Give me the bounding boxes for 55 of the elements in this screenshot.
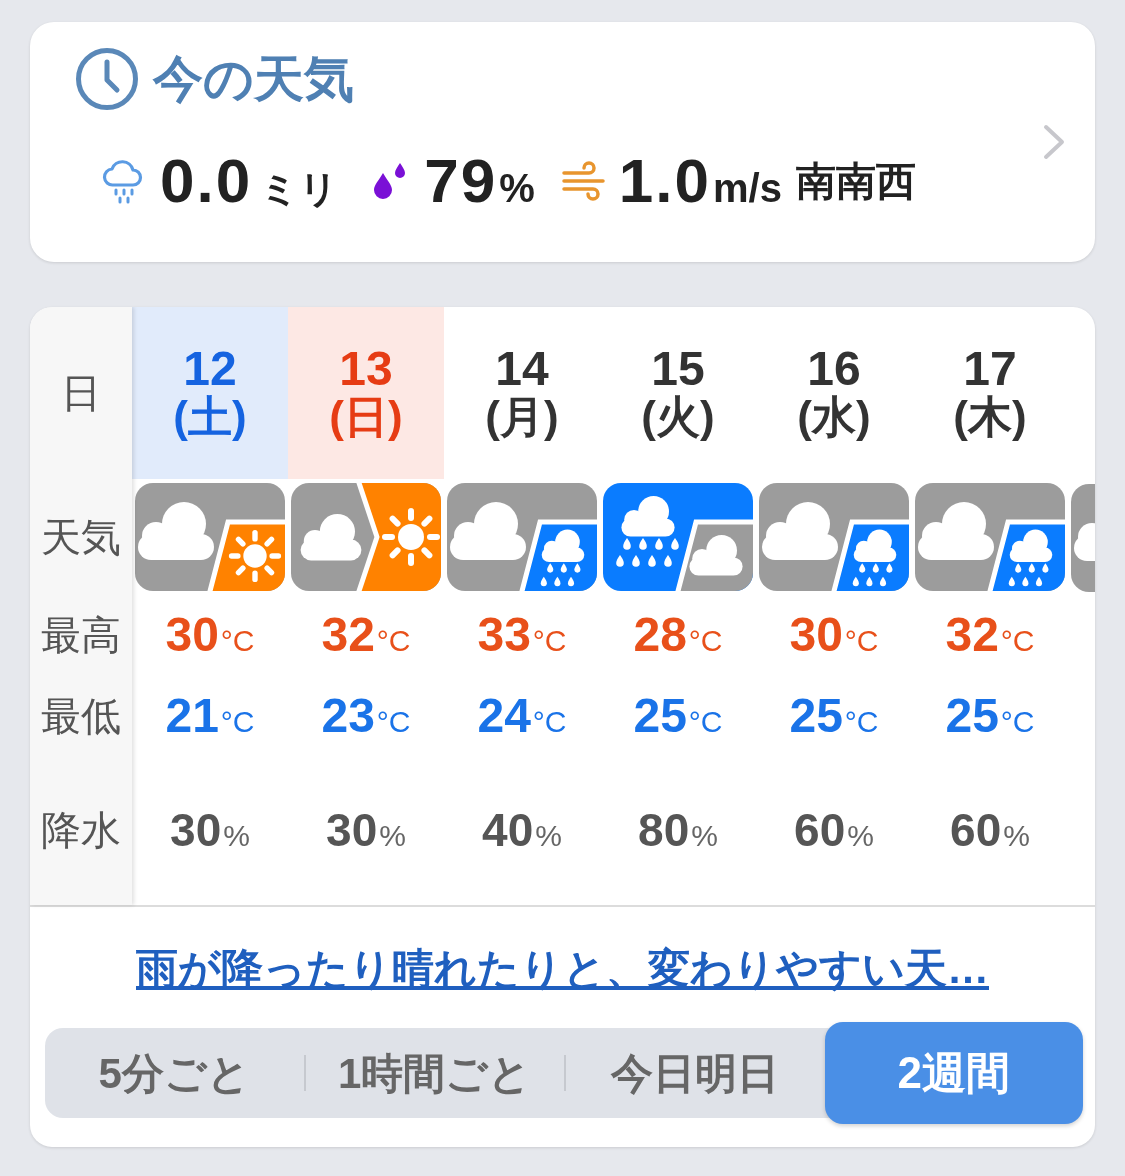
date-number: 17 xyxy=(963,345,1017,394)
high-temperature: 32°C xyxy=(945,610,1035,659)
tab[interactable]: 5分ごと xyxy=(45,1028,304,1118)
precipitation-chance: 30% xyxy=(326,807,406,854)
precipitation-chance: 80% xyxy=(638,807,718,854)
low-temperature: 24°C xyxy=(477,691,567,740)
tab[interactable]: 1時間ごと xyxy=(305,1028,564,1118)
wind-direction: 南南西 xyxy=(795,161,916,201)
high-temperature: 28°C xyxy=(633,610,723,659)
humidity-value: 79% xyxy=(424,150,535,212)
high-temperature: 32°C xyxy=(321,610,411,659)
precipitation-chance: 60% xyxy=(794,807,874,854)
clock-icon xyxy=(75,47,139,111)
tab[interactable]: 今日明日 xyxy=(566,1028,825,1118)
high-temperature: 33°C xyxy=(477,610,567,659)
date-number: 16 xyxy=(807,345,861,394)
row-label: 最低 xyxy=(41,695,121,736)
weekday-label: (水) xyxy=(797,393,871,442)
wind-icon xyxy=(560,161,607,201)
weather-icon xyxy=(915,483,1065,592)
precipitation-chance: 60% xyxy=(950,807,1030,854)
precipitation-amount: 0.0 ミリ xyxy=(160,150,339,212)
high-temperature: 30°C xyxy=(165,610,255,659)
forecast-summary-link[interactable]: 雨が降ったり晴れたりと、変わりやすい天… xyxy=(136,947,989,991)
precipitation-chance: 40% xyxy=(482,807,562,854)
weekday-label: (日) xyxy=(329,393,403,442)
low-temperature: 23°C xyxy=(321,691,411,740)
weekday-label: (木) xyxy=(953,393,1027,442)
date-number: 14 xyxy=(495,345,549,394)
card-title: 今の天気 xyxy=(153,54,354,104)
date-number: 12 xyxy=(183,345,237,394)
current-weather-card[interactable]: 今の天気 0.0 ミリ 79% 1.0m/s 南南西 xyxy=(30,22,1095,262)
row-label: 天気 xyxy=(41,516,121,557)
wind-speed: 1.0m/s xyxy=(618,150,782,212)
row-label: 日 xyxy=(61,373,101,414)
row-label: 最高 xyxy=(41,614,121,655)
weekday-label: (土) xyxy=(173,393,247,442)
tab[interactable]: 2週間 xyxy=(824,1022,1083,1124)
low-temperature: 25°C xyxy=(789,691,879,740)
date-number: 13 xyxy=(339,345,393,394)
low-temperature: 25°C xyxy=(633,691,723,740)
weekday-label: (火) xyxy=(641,393,715,442)
precipitation-chance: 30% xyxy=(170,807,250,854)
weather-icon xyxy=(603,483,753,592)
low-temperature: 25°C xyxy=(945,691,1035,740)
weather-icon xyxy=(135,483,285,592)
date-number: 15 xyxy=(651,345,705,394)
weekday-label: (月) xyxy=(485,393,559,442)
high-temperature: 30°C xyxy=(789,610,879,659)
weather-icon xyxy=(291,483,441,592)
low-temperature: 21°C xyxy=(165,691,255,740)
weather-icon xyxy=(447,483,597,592)
weather-icon xyxy=(759,483,909,592)
row-label: 降水 xyxy=(41,810,121,851)
chevron-right-icon xyxy=(1042,123,1066,161)
